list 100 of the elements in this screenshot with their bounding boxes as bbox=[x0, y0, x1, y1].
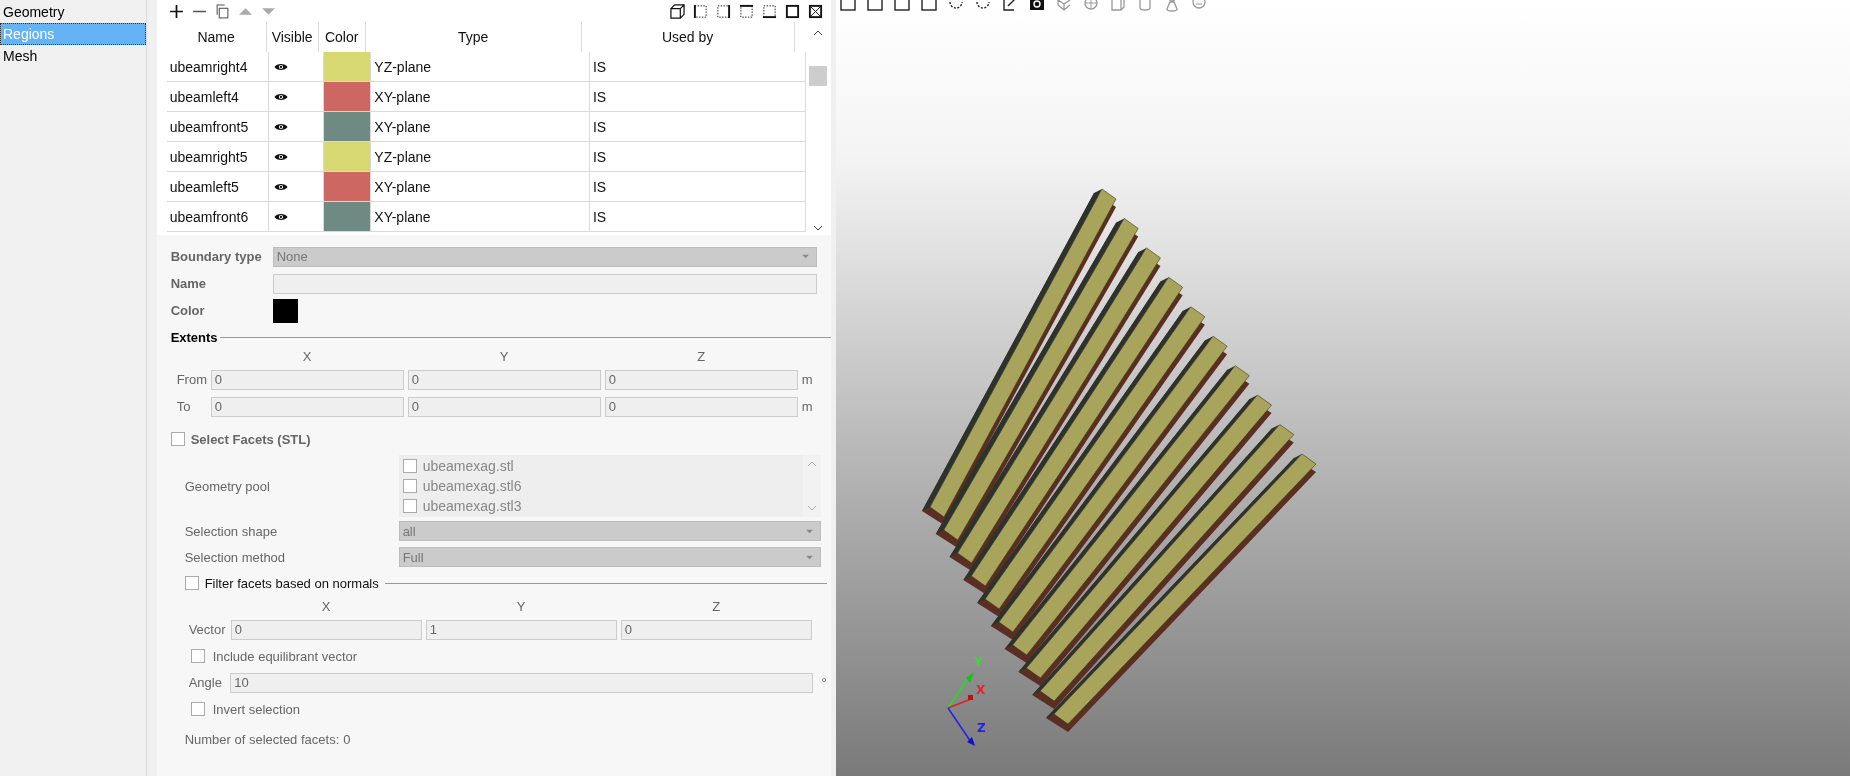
count-label: Number of selected facets: bbox=[184, 732, 340, 747]
selection-shape-dropdown[interactable]: all bbox=[398, 521, 821, 541]
coordinate-field[interactable]: 0 bbox=[210, 396, 404, 417]
vector-field[interactable]: 0 bbox=[620, 619, 812, 640]
checkbox-label: Select Facets (STL) bbox=[190, 431, 311, 447]
eye-icon[interactable] bbox=[274, 151, 289, 162]
axis-label: X bbox=[301, 348, 313, 364]
boundary-type-dropdown[interactable]: None bbox=[272, 246, 817, 267]
color-swatch[interactable] bbox=[324, 202, 371, 231]
column-header[interactable]: Name bbox=[166, 22, 267, 52]
checkbox[interactable] bbox=[402, 459, 417, 473]
view-frame-icon[interactable] bbox=[893, 0, 910, 12]
selection-method-dropdown[interactable]: Full bbox=[398, 547, 821, 567]
checkbox[interactable] bbox=[190, 649, 205, 663]
box-icon[interactable] bbox=[1109, 0, 1126, 12]
table-cell: IS bbox=[589, 142, 806, 171]
table-cell: XY-plane bbox=[371, 82, 590, 111]
add-icon[interactable] bbox=[168, 3, 184, 19]
coordinate-field[interactable]: 0 bbox=[604, 396, 798, 417]
field-label: Selection method bbox=[184, 549, 287, 565]
coordinate-field[interactable]: 0 bbox=[210, 369, 404, 390]
color-swatch[interactable] bbox=[324, 142, 371, 171]
field-label: To bbox=[175, 399, 192, 414]
cylinder-icon[interactable] bbox=[1136, 0, 1153, 12]
name-field[interactable] bbox=[272, 273, 817, 294]
checkbox[interactable] bbox=[402, 479, 417, 493]
table-cell: IS bbox=[589, 112, 806, 141]
table-cell: ubeamfront5 bbox=[166, 112, 270, 141]
field-label: Selection shape bbox=[184, 523, 279, 539]
count-value: 0 bbox=[343, 732, 351, 747]
camera-icon[interactable] bbox=[1028, 0, 1045, 12]
unit-label: m bbox=[801, 399, 814, 414]
checkbox[interactable] bbox=[190, 702, 205, 716]
table-cell: XY-plane bbox=[371, 172, 590, 201]
checkbox[interactable] bbox=[184, 576, 199, 590]
angle-field[interactable]: 10 bbox=[230, 672, 814, 693]
axis-label: Y bbox=[515, 598, 527, 614]
color-swatch[interactable] bbox=[324, 172, 371, 201]
checkbox-label: Include equilibrant vector bbox=[212, 648, 358, 664]
axis-triad-icon bbox=[946, 672, 975, 746]
eye-icon[interactable] bbox=[274, 121, 289, 132]
checkbox-label: Filter facets based on normals bbox=[204, 575, 379, 591]
bottom-edge-icon[interactable] bbox=[761, 3, 777, 19]
list-item[interactable]: ubeamexag.stl bbox=[422, 458, 514, 474]
vector-field[interactable]: 0 bbox=[230, 619, 422, 640]
right-edge-icon[interactable] bbox=[715, 3, 731, 19]
left-edge-icon[interactable] bbox=[692, 3, 708, 19]
top-edge-icon[interactable] bbox=[738, 3, 754, 19]
eye-icon[interactable] bbox=[274, 61, 289, 72]
field-label: Angle bbox=[188, 675, 223, 690]
table-cell: IS bbox=[589, 172, 806, 201]
cone-icon[interactable] bbox=[1163, 0, 1180, 12]
coordinate-field[interactable]: 0 bbox=[604, 369, 798, 390]
table-cell: ubeamleft4 bbox=[166, 82, 270, 111]
scroll-down-icon[interactable] bbox=[812, 225, 823, 231]
field-label: Boundary type bbox=[170, 249, 263, 264]
axis-label: Y bbox=[973, 655, 983, 669]
coordinate-field[interactable]: 0 bbox=[407, 369, 601, 390]
sidebar-item[interactable]: Mesh bbox=[0, 45, 146, 67]
square-icon[interactable] bbox=[784, 3, 800, 19]
view-frame-icon[interactable] bbox=[920, 0, 937, 12]
unit-label: ° bbox=[821, 675, 827, 690]
scroll-up-icon[interactable] bbox=[812, 30, 823, 36]
color-swatch[interactable] bbox=[272, 298, 298, 323]
color-swatch[interactable] bbox=[324, 112, 371, 141]
rotate-icon[interactable] bbox=[947, 0, 964, 12]
list-item[interactable]: ubeamexag.stl6 bbox=[422, 478, 522, 494]
view-frame-icon[interactable] bbox=[866, 0, 883, 12]
table-cell: IS bbox=[589, 52, 806, 81]
table-cell: ubeamleft5 bbox=[166, 172, 270, 201]
color-swatch[interactable] bbox=[324, 82, 371, 111]
view-frame-icon[interactable] bbox=[839, 0, 856, 12]
axis-label: X bbox=[320, 598, 332, 614]
cube-icon[interactable] bbox=[669, 3, 685, 19]
dropdown-arrow-icon bbox=[804, 554, 814, 560]
axis-label: Y bbox=[498, 348, 510, 364]
table-cell: XY-plane bbox=[371, 202, 590, 231]
vector-field[interactable]: 1 bbox=[425, 619, 617, 640]
table-cell: ubeamfront6 bbox=[166, 202, 270, 231]
coordinate-field[interactable]: 0 bbox=[407, 396, 601, 417]
scroll-thumb[interactable] bbox=[808, 66, 827, 86]
sphere-icon[interactable] bbox=[1082, 0, 1099, 12]
eye-icon[interactable] bbox=[274, 181, 289, 192]
rotate-icon[interactable] bbox=[974, 0, 991, 12]
list-item[interactable]: ubeamexag.stl3 bbox=[422, 498, 522, 514]
sidebar-item[interactable]: Geometry bbox=[0, 1, 146, 23]
field-label: From bbox=[175, 372, 207, 387]
checkbox-label: Invert selection bbox=[212, 701, 301, 717]
copy-icon[interactable] bbox=[214, 3, 230, 19]
field-label: Color bbox=[170, 303, 206, 318]
column-header[interactable]: Visible bbox=[266, 22, 319, 52]
eye-icon[interactable] bbox=[274, 91, 289, 102]
eye-icon[interactable] bbox=[274, 211, 289, 222]
checkbox[interactable] bbox=[402, 499, 417, 513]
color-swatch[interactable] bbox=[324, 52, 371, 81]
field-label: Vector bbox=[188, 622, 227, 637]
crossed-square-icon[interactable] bbox=[807, 3, 823, 19]
dropdown-arrow-icon bbox=[800, 254, 810, 259]
checkbox[interactable] bbox=[170, 432, 185, 446]
column-header[interactable]: Used by bbox=[581, 22, 795, 52]
